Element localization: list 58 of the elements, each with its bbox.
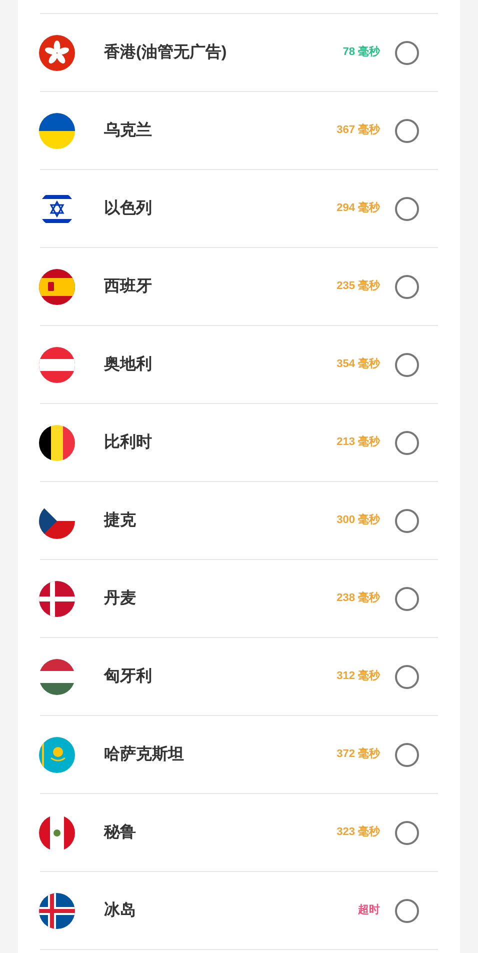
flag-icon: [39, 424, 75, 460]
server-row[interactable]: 奥地利 354 毫秒: [40, 326, 438, 404]
latency-text: 213 毫秒: [336, 434, 380, 450]
server-row[interactable]: 秘鲁 323 毫秒: [40, 794, 438, 872]
flag-icon: [39, 268, 75, 304]
server-name: 乌克兰: [104, 120, 153, 140]
server-name: 丹麦: [104, 588, 137, 608]
latency-text: 354 毫秒: [336, 356, 380, 372]
latency-text: 367 毫秒: [336, 122, 380, 138]
latency-text: 312 毫秒: [336, 668, 380, 684]
server-name: 冰岛: [104, 900, 137, 920]
server-row[interactable]: 冰岛 超时: [40, 872, 438, 950]
server-name: 捷克: [104, 510, 137, 530]
server-name: 匈牙利: [104, 666, 153, 686]
server-name: 西班牙: [104, 276, 153, 296]
latency-text: 323 毫秒: [336, 824, 380, 840]
flag-icon: [39, 346, 75, 382]
server-row[interactable]: 香港(油管无广告) 78 毫秒: [40, 14, 438, 92]
flag-icon: [39, 112, 75, 148]
radio-button[interactable]: [395, 430, 419, 454]
server-row[interactable]: 西班牙 235 毫秒: [40, 248, 438, 326]
latency-text: 235 毫秒: [336, 278, 380, 294]
latency-text: 238 毫秒: [336, 590, 380, 606]
radio-button[interactable]: [395, 118, 419, 142]
server-row[interactable]: 匈牙利 312 毫秒: [40, 638, 438, 716]
radio-button[interactable]: [395, 898, 419, 922]
server-name: 以色列: [104, 198, 153, 218]
server-row[interactable]: 丹麦 238 毫秒: [40, 560, 438, 638]
server-name: 哈萨克斯坦: [104, 744, 185, 764]
flag-icon: [39, 580, 75, 616]
server-row[interactable]: 哈萨克斯坦 372 毫秒: [40, 716, 438, 794]
server-name: 秘鲁: [104, 822, 137, 842]
radio-button[interactable]: [395, 586, 419, 610]
latency-text: 294 毫秒: [336, 200, 380, 216]
flag-icon: [39, 658, 75, 694]
latency-text: 300 毫秒: [336, 512, 380, 528]
latency-text: 372 毫秒: [336, 746, 380, 762]
server-row[interactable]: 捷克 300 毫秒: [40, 482, 438, 560]
radio-button[interactable]: [395, 664, 419, 688]
server-row[interactable]: 以色列 294 毫秒: [40, 170, 438, 248]
flag-icon: [39, 892, 75, 928]
server-name: 比利时: [104, 432, 153, 452]
server-row[interactable]: 比利时 213 毫秒: [40, 404, 438, 482]
radio-button[interactable]: [395, 508, 419, 532]
latency-text: 超时: [358, 902, 380, 918]
latency-text: 78 毫秒: [342, 44, 380, 60]
radio-button[interactable]: [395, 196, 419, 220]
radio-button[interactable]: [395, 40, 419, 64]
flag-icon: [39, 814, 75, 850]
flag-icon: [39, 34, 75, 70]
radio-button[interactable]: [395, 274, 419, 298]
radio-button[interactable]: [395, 820, 419, 844]
server-name: 奥地利: [104, 354, 153, 374]
radio-button[interactable]: [395, 742, 419, 766]
server-row[interactable]: 乌克兰 367 毫秒: [40, 92, 438, 170]
radio-button[interactable]: [395, 352, 419, 376]
flag-icon: [39, 736, 75, 772]
server-name: 香港(油管无广告): [104, 42, 228, 62]
